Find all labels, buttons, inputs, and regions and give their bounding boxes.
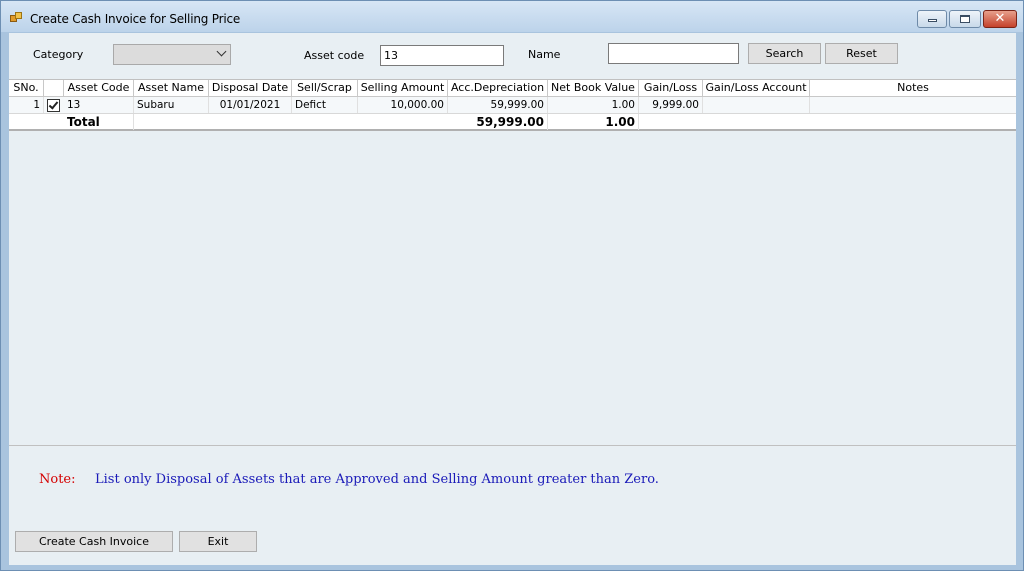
col-asset-code[interactable]: Asset Code (64, 80, 134, 97)
client-area: Category Asset code 13 Name Search Reset… (9, 33, 1016, 565)
total-row: Total 59,999.00 1.00 (9, 114, 1016, 131)
checkmark-icon (48, 99, 59, 110)
col-gain-loss-account[interactable]: Gain/Loss Account (703, 80, 810, 97)
asset-code-label: Asset code (304, 49, 365, 62)
assets-grid[interactable]: SNo. Asset Code Asset Name Disposal Date… (9, 79, 1016, 446)
minimize-icon (927, 19, 937, 22)
col-notes[interactable]: Notes (810, 80, 1016, 97)
cell-gain-loss: 9,999.00 (639, 97, 703, 113)
cell-acc-depreciation: 59,999.00 (448, 97, 548, 113)
col-net-book-value[interactable]: Net Book Value (548, 80, 639, 97)
col-check[interactable] (44, 80, 64, 97)
title-bar[interactable]: Create Cash Invoice for Selling Price ✕ (1, 1, 1023, 32)
window-title: Create Cash Invoice for Selling Price (30, 12, 241, 26)
app-icon (10, 12, 24, 24)
note-label: Note: (39, 472, 76, 487)
maximize-button[interactable] (949, 10, 981, 28)
total-label: Total (64, 114, 134, 130)
col-selling-amount[interactable]: Selling Amount (358, 80, 448, 97)
name-input[interactable] (608, 43, 739, 64)
col-disposal-date[interactable]: Disposal Date (209, 80, 292, 97)
table-row[interactable]: 1 13 Subaru 01/01/2021 Defict 10,000.00 … (9, 97, 1016, 114)
total-acc-depreciation: 59,999.00 (448, 114, 548, 130)
cell-selling-amount: 10,000.00 (358, 97, 448, 113)
asset-code-input[interactable]: 13 (380, 45, 504, 66)
close-button[interactable]: ✕ (983, 10, 1017, 28)
grid-header: SNo. Asset Code Asset Name Disposal Date… (9, 80, 1016, 97)
maximize-icon (960, 15, 970, 23)
cell-gain-loss-account (703, 97, 810, 113)
category-dropdown[interactable] (113, 44, 231, 65)
app-window: Create Cash Invoice for Selling Price ✕ … (0, 0, 1024, 571)
cell-asset-name: Subaru (134, 97, 209, 113)
minimize-button[interactable] (917, 10, 947, 28)
col-gain-loss[interactable]: Gain/Loss (639, 80, 703, 97)
col-sno[interactable]: SNo. (9, 80, 44, 97)
col-asset-name[interactable]: Asset Name (134, 80, 209, 97)
cell-asset-code: 13 (64, 97, 134, 113)
reset-button[interactable]: Reset (825, 43, 898, 64)
category-label: Category (33, 48, 84, 61)
search-button[interactable]: Search (748, 43, 821, 64)
total-net-book-value: 1.00 (548, 114, 639, 130)
filter-panel: Category Asset code 13 Name Search Reset (11, 36, 922, 69)
cell-sell-scrap: Defict (292, 97, 358, 113)
cell-notes (810, 97, 1016, 113)
note-text: List only Disposal of Assets that are Ap… (95, 472, 659, 487)
exit-button[interactable]: Exit (179, 531, 257, 552)
row-checkbox[interactable] (47, 99, 60, 112)
chevron-down-icon (216, 46, 227, 57)
create-cash-invoice-button[interactable]: Create Cash Invoice (15, 531, 173, 552)
col-acc-depreciation[interactable]: Acc.Depreciation (448, 80, 548, 97)
cell-disposal-date: 01/01/2021 (209, 97, 292, 113)
cell-sno: 1 (9, 97, 44, 113)
name-label: Name (528, 48, 561, 61)
cell-net-book-value: 1.00 (548, 97, 639, 113)
close-icon: ✕ (994, 11, 1006, 26)
col-sell-scrap[interactable]: Sell/Scrap (292, 80, 358, 97)
